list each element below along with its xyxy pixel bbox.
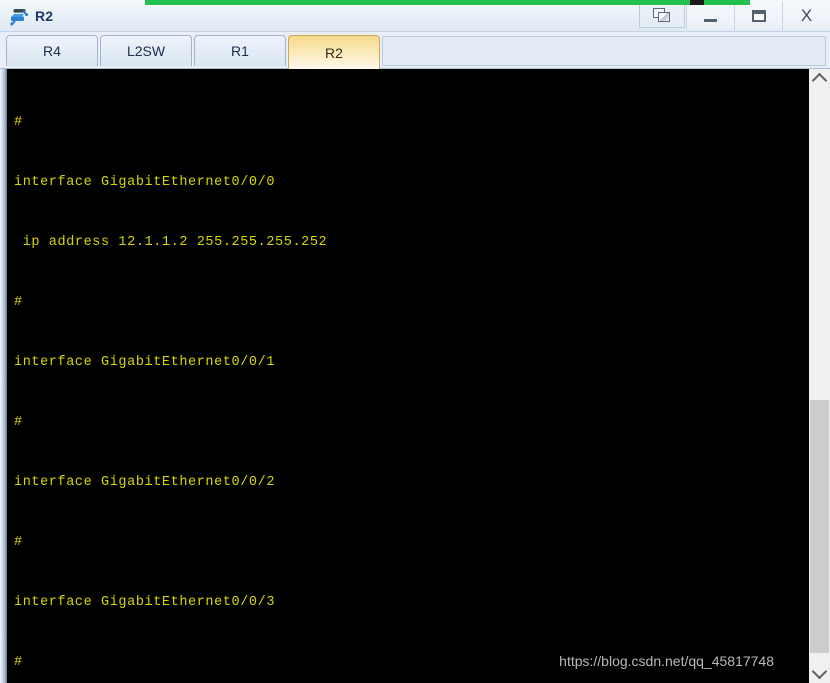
scrollbar-track[interactable]	[809, 89, 830, 663]
minimize-button[interactable]	[686, 1, 734, 30]
tab-label: R1	[231, 43, 249, 59]
terminal-line: ip address 12.1.1.2 255.255.255.252	[14, 235, 328, 250]
restore-button[interactable]	[639, 2, 685, 28]
terminal-line: #	[14, 415, 23, 430]
terminal-line: interface GigabitEthernet0/0/1	[14, 355, 276, 370]
window-title: R2	[35, 8, 54, 24]
tab-label: R4	[43, 43, 61, 59]
terminal-line: #	[14, 535, 23, 550]
tab-list: R4 L2SW R1 R2	[6, 35, 382, 69]
vertical-scrollbar[interactable]	[808, 69, 830, 683]
terminal-left-border	[0, 69, 7, 683]
title-bar-left: R2	[8, 4, 53, 28]
top-accent-notch	[690, 0, 704, 5]
top-accent-strip	[145, 0, 750, 5]
terminal-text-block: # interface GigabitEthernet0/0/0 ip addr…	[14, 73, 327, 683]
chevron-up-icon	[811, 72, 828, 89]
tab-bar-empty-area	[382, 36, 826, 66]
watermark-text: https://blog.csdn.net/qq_45817748	[559, 653, 774, 669]
emulator-window: R2 X R4 L2SW R1 R2 # interface GigabitEt…	[0, 0, 830, 683]
tab-r1[interactable]: R1	[194, 35, 286, 66]
tab-bar: R4 L2SW R1 R2	[0, 32, 830, 69]
tab-r2[interactable]: R2	[288, 35, 380, 69]
terminal-line: #	[14, 295, 23, 310]
terminal-line: interface GigabitEthernet0/0/2	[14, 475, 276, 490]
terminal-line: interface GigabitEthernet0/0/0	[14, 175, 276, 190]
restore-windows-icon	[653, 7, 671, 23]
terminal-line: interface GigabitEthernet0/0/3	[14, 595, 276, 610]
tab-label: R2	[325, 44, 343, 61]
maximize-icon	[751, 9, 766, 22]
tab-l2sw[interactable]: L2SW	[100, 35, 192, 66]
terminal-output[interactable]: # interface GigabitEthernet0/0/0 ip addr…	[7, 69, 808, 683]
window-controls: X	[639, 1, 830, 30]
scrollbar-thumb[interactable]	[810, 400, 829, 653]
close-button[interactable]: X	[782, 1, 830, 30]
close-icon: X	[800, 6, 813, 25]
tab-label: L2SW	[126, 43, 166, 59]
maximize-button[interactable]	[734, 1, 782, 30]
terminal-panel[interactable]: # interface GigabitEthernet0/0/0 ip addr…	[0, 69, 830, 683]
minimize-icon	[704, 18, 717, 22]
scroll-up-button[interactable]	[809, 69, 830, 89]
router-device-icon	[8, 5, 30, 27]
scroll-down-button[interactable]	[809, 663, 830, 683]
terminal-line: #	[14, 655, 23, 670]
chevron-down-icon	[811, 663, 828, 680]
tab-r4[interactable]: R4	[6, 35, 98, 66]
terminal-line: #	[14, 115, 23, 130]
